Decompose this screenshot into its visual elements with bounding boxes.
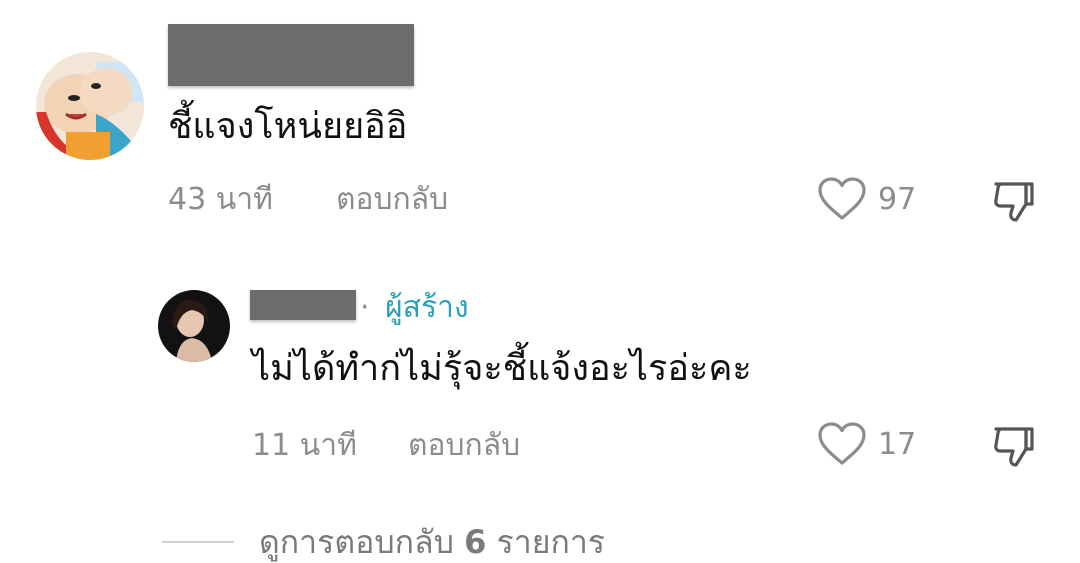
thumbs-down-icon: [994, 427, 1034, 467]
view-replies-label: ดูการตอบกลับ 6 รายการ: [259, 517, 605, 563]
like-count: 17: [878, 426, 917, 462]
reply-button[interactable]: ตอบกลับ: [336, 180, 448, 220]
heart-outline-icon: [818, 177, 866, 220]
username-redacted: [250, 290, 356, 320]
view-replies-count: 6: [464, 522, 487, 561]
comment-timestamp: 11 นาที: [252, 428, 357, 463]
heart-outline-icon: [818, 422, 866, 465]
comment-text: ชี้แจงโหน่ยยอิอิ: [168, 106, 408, 147]
dislike-button[interactable]: [990, 423, 1038, 473]
creator-avatar[interactable]: [158, 290, 230, 362]
comment-text: ไม่ได้ทำก่ไม่รุ้จะชี้แจ้งอะไรอ่ะคะ: [252, 348, 752, 389]
dislike-button[interactable]: [990, 178, 1038, 228]
commenter-avatar[interactable]: [36, 52, 144, 160]
reply-button[interactable]: ตอบกลับ: [408, 426, 520, 466]
like-count: 97: [878, 181, 917, 217]
like-button[interactable]: 97: [816, 176, 916, 222]
comment-thread: ชี้แจงโหน่ยยอิอิ 43 นาที ตอบกลับ 97 · ผู…: [0, 0, 1080, 563]
view-more-replies-button[interactable]: ดูการตอบกลับ 6 รายการ: [162, 520, 605, 563]
user-photo-avatar: [158, 290, 230, 362]
username-redacted: [168, 24, 414, 86]
creator-badge: · ผู้สร้าง: [360, 288, 469, 328]
view-replies-suffix: รายการ: [486, 522, 605, 561]
comment-timestamp: 43 นาที: [168, 182, 273, 217]
thumbs-down-icon: [994, 182, 1034, 222]
cartoon-avatar-image: [36, 52, 144, 160]
creator-label: ผู้สร้าง: [385, 290, 469, 325]
divider-line: [162, 541, 234, 543]
view-replies-prefix: ดูการตอบกลับ: [259, 522, 465, 561]
badge-separator: ·: [360, 290, 370, 325]
like-button[interactable]: 17: [816, 421, 916, 467]
